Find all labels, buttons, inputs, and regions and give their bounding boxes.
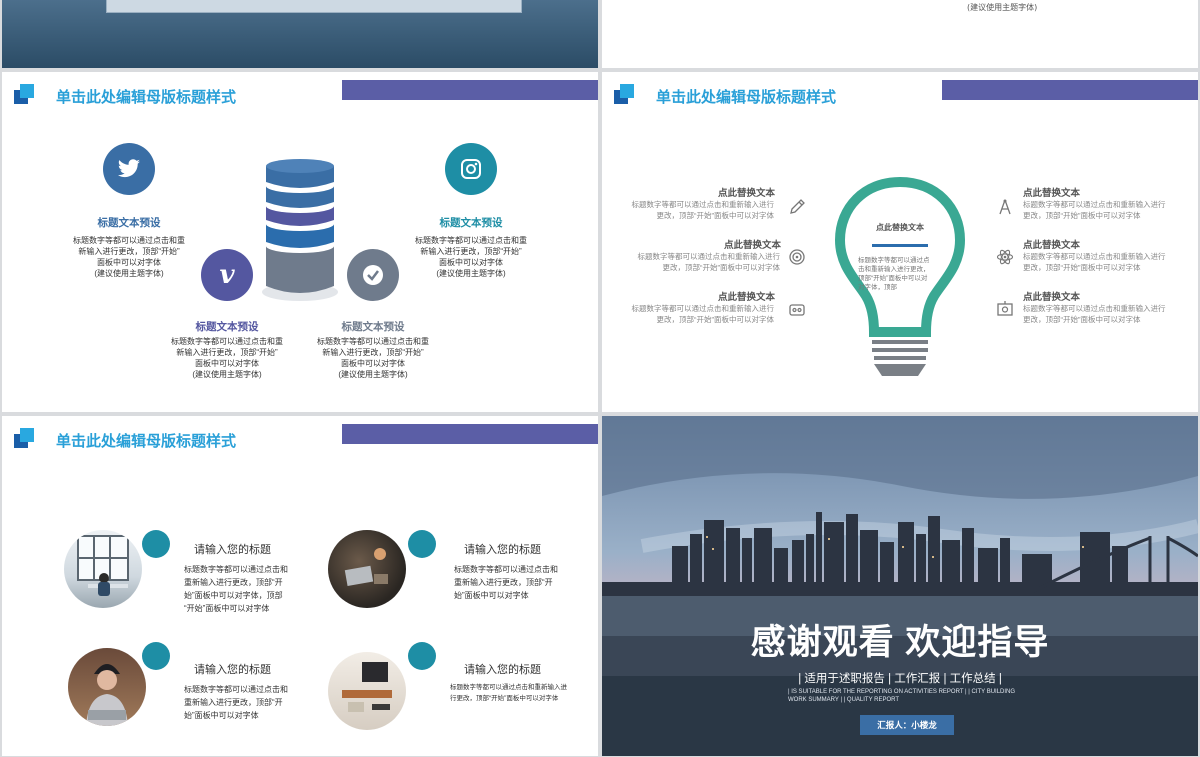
logo-icon: [14, 428, 36, 448]
item-desc: 标题数字等都可以通过点击和重 新输入进行更改，顶部“开始” 面板中可以对字体 (建议使…: [415, 236, 527, 278]
city-skyline-photo: [602, 416, 1198, 756]
twitter-icon: [103, 143, 155, 195]
instagram-icon: [445, 143, 497, 195]
item-label: 标题文本预设: [341, 321, 405, 333]
slide-photos[interactable]: 单击此处编辑母版标题样式 请输入您的标题 标题数字等都可以通过点击和 重新输入进行…: [2, 416, 598, 756]
item-title: 请输入您的标题: [194, 664, 271, 676]
slide-partial-blank[interactable]: (建议使用主题字体): [602, 0, 1198, 68]
item-desc: 标题数字等都可以通过点击和 重新输入进行更改，顶部“开 始”面板中可以对字体，顶部 “…: [184, 565, 288, 613]
bulb-desc: 标题数字等都可以通过点 击和重新输入进行更改， 顶部“开始”面板中可以对 对字体，顶部: [858, 257, 930, 291]
accent-dot: [142, 642, 170, 670]
english-subtitle: | IS SUITABLE FOR THE REPORTING ON ACTIV…: [788, 689, 1016, 703]
slide-title: 单击此处编辑母版标题样式: [56, 89, 237, 106]
image-frame: [106, 0, 522, 13]
database-icon: [262, 159, 338, 301]
item-desc: 标题数字等都可以通过点击和重新输入进行更改，顶部“开始”面板中可以对字体: [631, 200, 775, 220]
office-photo: [64, 530, 142, 608]
item-desc: 标题数字等都可以通过点击和重 新输入进行更改，顶部“开始” 面板中可以对字体 (建议使…: [317, 337, 429, 379]
accent-dot: [408, 642, 436, 670]
headline: 感谢观看 欢迎指导: [750, 623, 1050, 662]
title-bar: [342, 80, 598, 100]
target-icon: [789, 249, 805, 265]
item-desc: 标题数字等都可以通过点击和重新输入进行更改，顶部“开始”面板中可以对字体: [454, 565, 558, 600]
item-desc: 标题数字等都可以通过点击和重新输入进行更改，顶部“开始”面板中可以对字体: [1023, 252, 1166, 272]
item-label: 标题文本预设: [97, 217, 161, 229]
slide-thanks[interactable]: 感谢观看 欢迎指导 | 适用于述职报告 | 工作汇报 | 工作总结 | | IS…: [602, 416, 1198, 756]
item-desc: 标题数字等都可以通过点击和重新输入进行更改，顶部“开始”面板中可以对字体: [1023, 304, 1166, 324]
slide-partial-ocean[interactable]: [2, 0, 598, 68]
compass-icon: [999, 199, 1011, 215]
reporter-button[interactable]: 汇报人：小楼龙: [860, 715, 954, 735]
pencil-icon: [790, 199, 805, 214]
logo-icon: [14, 84, 36, 104]
item-desc: 标题数字等都可以通过点击和重新输入进行更改，顶部“开始”面板中可以对字体: [1023, 200, 1166, 220]
item-desc: 标题数字等都可以通过点击和重新输入进行更改，顶部“开始”面板中可以对字体: [631, 304, 775, 324]
check-icon: [347, 249, 399, 301]
item-desc: 标题数字等都可以通过点击和重新输入进行更改，顶部“开始”面板中可以对字体: [184, 685, 288, 720]
item-title: 请输入您的标题: [464, 544, 541, 556]
slide-title: 单击此处编辑母版标题样式: [56, 433, 237, 450]
subtitle: | 适用于述职报告 | 工作汇报 | 工作总结 |: [798, 673, 1002, 685]
item-title: 点此替换文本: [1023, 292, 1081, 303]
vimeo-icon: v: [201, 249, 253, 301]
item-label: 标题文本预设: [195, 321, 259, 333]
item-title: 点此替换文本: [1023, 188, 1081, 199]
slide-title: 单击此处编辑母版标题样式: [656, 89, 837, 106]
workstation-photo: [328, 652, 406, 730]
slide-bulb[interactable]: 单击此处编辑母版标题样式 点此替换文本 标题数字等都可以通过点 击和重新输入进行更…: [602, 72, 1198, 412]
slide-database[interactable]: 单击此处编辑母版标题样式 标题文本预设 标题数字等都可以通过点击和重 新输入进行更…: [2, 72, 598, 412]
logo-icon: [614, 84, 636, 104]
item-desc: 标题数字等都可以通过点击和重新输入进行更改，顶部“开始”面板中可以对字体: [637, 252, 781, 272]
desk-photo: [328, 530, 406, 608]
person-photo: [68, 648, 146, 726]
accent-dot: [408, 530, 436, 558]
item-label: 标题文本预设: [439, 217, 503, 229]
item-desc: 标题数字等都可以通过点击和重 新输入进行更改，顶部“开始” 面板中可以对字体 (建议使…: [171, 337, 283, 379]
bulb-title: 点此替换文本: [876, 223, 924, 232]
item-desc: 标题数字等都可以通过点击和重新输入进行更改，顶部“开始”面板中可以对字体: [450, 684, 567, 702]
presentation-icon: [997, 301, 1013, 316]
item-title: 点此替换文本: [1023, 240, 1081, 251]
item-title: 点此替换文本: [718, 292, 776, 303]
accent-dot: [142, 530, 170, 558]
item-title: 点此替换文本: [724, 240, 782, 251]
title-bar: [942, 80, 1198, 100]
atom-icon: [996, 249, 1014, 265]
item-desc: 标题数字等都可以通过点击和重 新输入进行更改，顶部“开始” 面板中可以对字体 (建议使…: [73, 236, 185, 278]
item-title: 点此替换文本: [718, 188, 776, 199]
note-text: (建议使用主题字体): [967, 3, 1038, 12]
briefcase-icon: [789, 304, 805, 316]
item-title: 请输入您的标题: [464, 664, 541, 676]
title-bar: [342, 424, 598, 444]
item-title: 请输入您的标题: [194, 544, 271, 556]
